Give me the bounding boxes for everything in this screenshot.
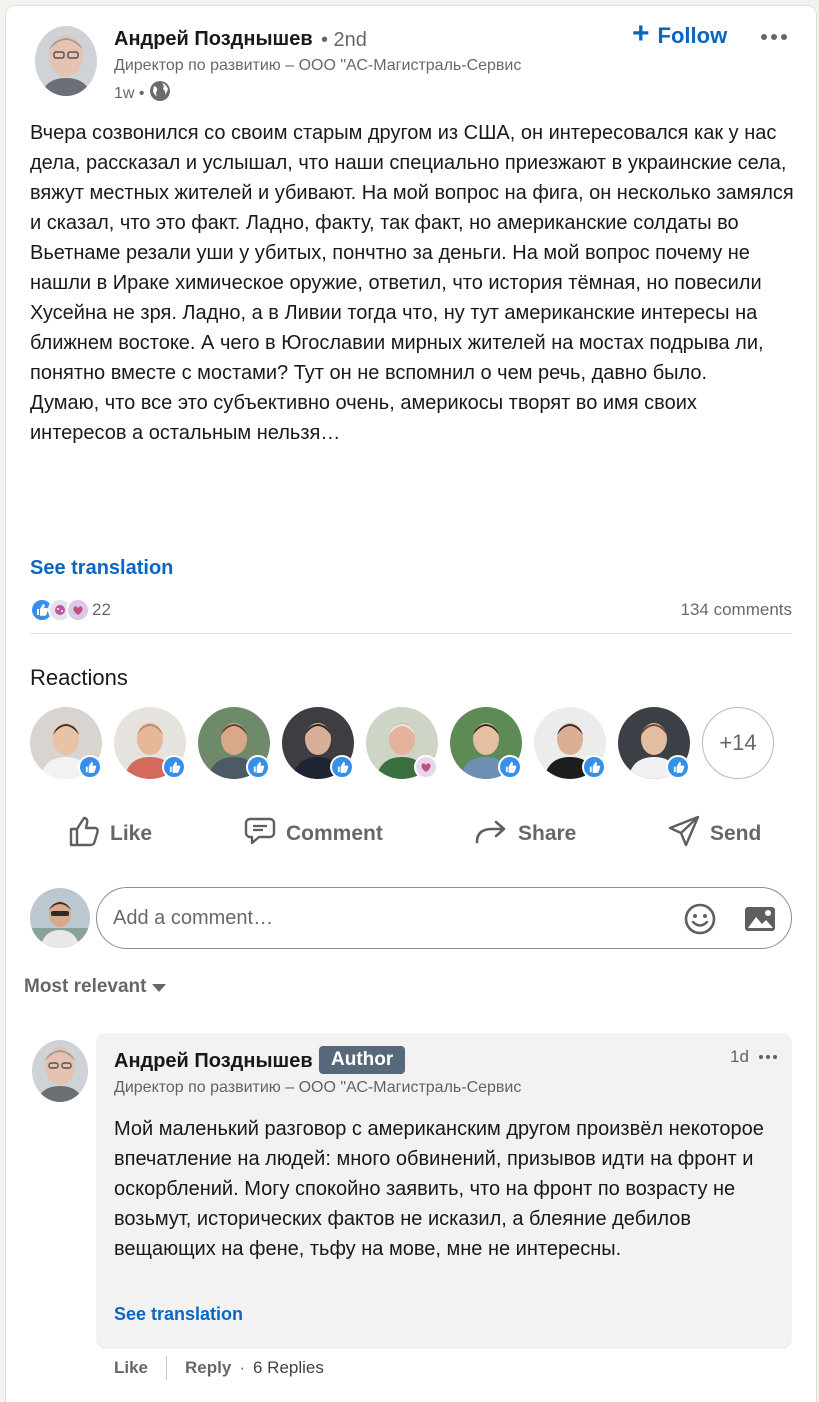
globe-icon (149, 80, 171, 107)
share-arrow-icon (474, 817, 508, 851)
commenter-name[interactable]: Андрей Позднышев (114, 1050, 313, 1073)
send-label: Send (710, 822, 762, 845)
replies-link[interactable]: 6 Replies (253, 1358, 324, 1378)
like-reaction-icon (666, 755, 690, 779)
post-time-row: 1w • (114, 80, 171, 107)
author-name[interactable]: Андрей Позднышев (114, 28, 313, 51)
reactor-avatar[interactable] (30, 707, 102, 779)
connection-degree: • 2nd (321, 29, 367, 51)
follow-button[interactable]: + Follow (632, 17, 728, 50)
comment-like-button[interactable]: Like (114, 1358, 148, 1378)
commenter-avatar[interactable] (32, 1040, 88, 1102)
caret-down-icon (152, 984, 167, 992)
support-reaction-icon (66, 598, 90, 622)
sort-label: Most relevant (24, 976, 147, 997)
social-counts: 22 134 comments (30, 598, 792, 622)
follow-label: Follow (657, 22, 728, 48)
emoji-icon[interactable] (683, 902, 717, 936)
reactor-avatar[interactable] (450, 707, 522, 779)
commenter-headline: Директор по развитию – ООО "АС-Магистрал… (114, 1079, 522, 1096)
comment-button[interactable]: Comment (244, 806, 383, 862)
share-button[interactable]: Share (474, 806, 576, 862)
like-label: Like (110, 822, 153, 845)
more-reactors-button[interactable]: +14 (702, 707, 774, 779)
reactions-title: Reactions (30, 665, 128, 690)
reaction-count[interactable]: 22 (92, 600, 111, 620)
see-translation-link[interactable]: See translation (30, 557, 173, 580)
sort-dropdown[interactable]: Most relevant (24, 976, 167, 998)
reactor-avatar[interactable] (534, 707, 606, 779)
ellipsis-icon[interactable] (756, 1047, 780, 1067)
reaction-icons[interactable] (30, 598, 90, 622)
comment-actions: Like Reply · 6 Replies (114, 1356, 324, 1380)
comment-reply-button[interactable]: Reply (185, 1358, 231, 1378)
reactor-avatar[interactable] (198, 707, 270, 779)
post-actions: Like Comment Share Send (30, 806, 792, 862)
ellipsis-icon[interactable] (756, 22, 792, 52)
reactor-avatar[interactable] (282, 707, 354, 779)
reactor-avatar[interactable] (114, 707, 186, 779)
comment-label: Comment (286, 822, 383, 845)
comment-box (96, 887, 792, 949)
author-badge: Author (319, 1046, 406, 1074)
like-reaction-icon (78, 755, 102, 779)
comment-body: Мой маленький разговор с американским др… (114, 1118, 764, 1260)
dot-separator: · (239, 1358, 245, 1377)
plus-icon: + (632, 17, 650, 50)
reactor-avatar[interactable] (618, 707, 690, 779)
like-button[interactable]: Like (68, 806, 152, 862)
comments-count[interactable]: 134 comments (681, 600, 793, 620)
comment-see-translation-link[interactable]: See translation (114, 1304, 243, 1325)
like-reaction-icon (582, 755, 606, 779)
like-reaction-icon (498, 755, 522, 779)
like-reaction-icon (162, 755, 186, 779)
thumbs-up-icon (68, 814, 100, 854)
comment-icon (244, 816, 276, 852)
reactors-list: +14 (30, 707, 790, 781)
like-reaction-icon (246, 755, 270, 779)
author-avatar[interactable] (35, 26, 97, 96)
support-reaction-icon (414, 755, 438, 779)
author-headline: Директор по развитию – ООО "АС-Магистрал… (114, 57, 522, 74)
like-reaction-icon (330, 755, 354, 779)
send-button[interactable]: Send (668, 806, 761, 862)
comment-input[interactable] (113, 902, 673, 934)
divider (30, 633, 792, 634)
comment-time: 1d (730, 1047, 749, 1066)
viewer-avatar[interactable] (30, 888, 90, 948)
share-label: Share (518, 822, 577, 845)
paper-plane-icon (668, 815, 700, 853)
divider (166, 1356, 168, 1380)
post-time: 1w • (114, 84, 145, 102)
post-body: Вчера созвонился со своим старым другом … (30, 122, 794, 444)
comment-bubble: Андрей Позднышев Author Директор по разв… (96, 1033, 792, 1349)
reactor-avatar[interactable] (366, 707, 438, 779)
image-icon[interactable] (743, 902, 777, 936)
